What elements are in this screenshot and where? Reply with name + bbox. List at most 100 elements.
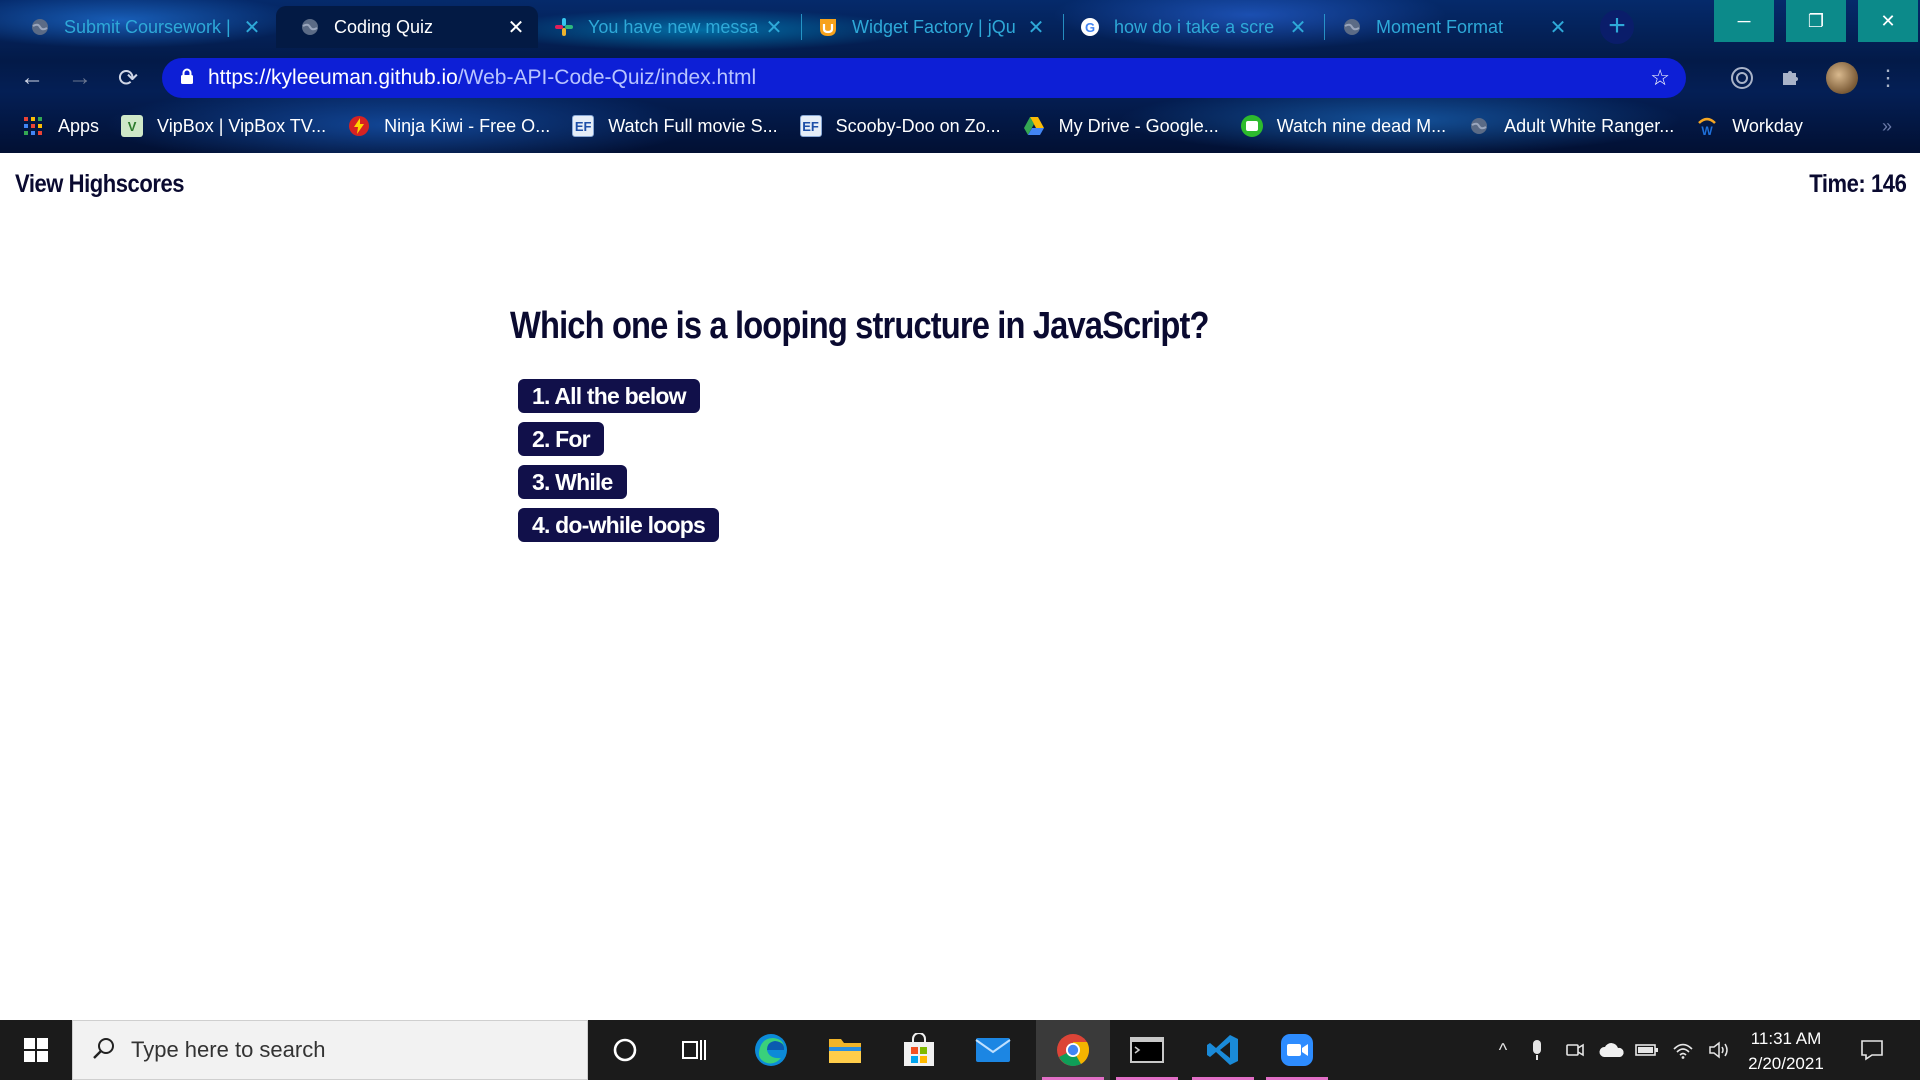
close-icon[interactable]: ✕ — [1288, 15, 1308, 40]
microsoft-store-button[interactable] — [882, 1020, 956, 1080]
folder-icon — [829, 1039, 861, 1063]
answer-list: 1. All the below 2. For 3. While 4. do-w… — [518, 379, 719, 551]
answer-button-3[interactable]: 3. While — [518, 465, 627, 499]
answer-button-4[interactable]: 4. do-while loops — [518, 508, 719, 542]
cortana-button[interactable] — [588, 1020, 662, 1080]
bookmark-watch-nine-dead[interactable]: Watch nine dead M... — [1240, 115, 1447, 137]
taskbar: Type here to search ^ 11:31 AM 2/20/2021 — [0, 1020, 1920, 1080]
minimize-button[interactable]: ─ — [1714, 0, 1774, 42]
restore-button[interactable]: ❐ — [1786, 0, 1846, 42]
zoom-button[interactable] — [1260, 1020, 1334, 1080]
browser-toolbar: ← → ⟳ https://kyleeuman.github.io/Web-AP… — [0, 50, 1920, 106]
new-tab-button[interactable]: + — [1600, 10, 1634, 44]
more-bookmarks-icon[interactable]: » — [1882, 116, 1892, 137]
bookmark-workday[interactable]: W Workday — [1696, 115, 1803, 137]
wifi-icon[interactable] — [1668, 1020, 1698, 1080]
onedrive-cloud-icon[interactable] — [1596, 1020, 1628, 1080]
close-window-button[interactable]: ✕ — [1858, 0, 1918, 42]
tab-title: Widget Factory | jQu — [852, 16, 1016, 37]
google-icon: G — [1080, 17, 1100, 37]
close-icon[interactable]: ✕ — [1026, 15, 1046, 40]
workday-icon: W — [1696, 115, 1718, 137]
bookmark-adult-white-ranger[interactable]: Adult White Ranger... — [1468, 115, 1674, 137]
system-clock[interactable]: 11:31 AM 2/20/2021 — [1740, 1026, 1832, 1076]
bookmark-my-drive[interactable]: My Drive - Google... — [1023, 115, 1219, 137]
chrome-icon — [1057, 1034, 1090, 1066]
answer-button-1[interactable]: 1. All the below — [518, 379, 700, 413]
start-button[interactable] — [0, 1020, 72, 1080]
slack-icon — [554, 17, 574, 37]
tab-moment-format[interactable]: Moment Format ✕ — [1318, 6, 1580, 48]
back-button[interactable]: ← — [18, 64, 46, 92]
tray-overflow-chevron-icon[interactable]: ^ — [1488, 1020, 1518, 1080]
svg-text:G: G — [1085, 20, 1095, 35]
store-bag-icon — [904, 1033, 934, 1066]
svg-text:W: W — [1702, 124, 1714, 137]
file-explorer-button[interactable] — [808, 1020, 882, 1080]
globe-icon — [1342, 17, 1362, 37]
bookmark-label: Apps — [58, 115, 100, 136]
tab-google-search[interactable]: G how do i take a scre ✕ — [1056, 6, 1320, 48]
tab-strip: Submit Coursework | ✕ Coding Quiz ✕ You … — [0, 0, 1920, 50]
bookmark-star-icon[interactable]: ☆ — [1650, 65, 1670, 91]
forward-button[interactable]: → — [66, 64, 94, 92]
bookmark-label: Watch nine dead M... — [1276, 115, 1447, 136]
meet-now-icon[interactable] — [1560, 1020, 1590, 1080]
edge-button[interactable] — [734, 1020, 808, 1080]
menu-kebab-icon[interactable]: ⋮ — [1874, 64, 1902, 92]
extension-icon[interactable] — [1728, 64, 1756, 92]
ninja-kiwi-icon — [348, 115, 370, 137]
profile-avatar[interactable] — [1826, 62, 1858, 94]
bookmark-scooby-doo[interactable]: EF Scooby-Doo on Zo... — [799, 115, 1001, 137]
answer-button-2[interactable]: 2. For — [518, 422, 604, 456]
apps-grid-icon — [22, 115, 44, 137]
bookmark-vipbox[interactable]: V VipBox | VipBox TV... — [121, 115, 326, 137]
taskbar-search-box[interactable]: Type here to search — [72, 1020, 588, 1080]
close-icon[interactable]: ✕ — [242, 15, 262, 40]
tab-title: You have new messa — [588, 16, 759, 37]
close-icon[interactable]: ✕ — [506, 15, 526, 40]
close-icon[interactable]: ✕ — [764, 15, 784, 40]
bookmark-watch-full-movie[interactable]: EF Watch Full movie S... — [572, 115, 778, 137]
vipbox-icon: V — [121, 115, 144, 137]
search-placeholder: Type here to search — [131, 1037, 326, 1062]
globe-icon — [1468, 115, 1490, 137]
tab-coding-quiz[interactable]: Coding Quiz ✕ — [276, 6, 538, 48]
close-icon[interactable]: ✕ — [1548, 15, 1568, 40]
address-bar[interactable]: https://kyleeuman.github.io/Web-API-Code… — [162, 58, 1686, 98]
bookmark-apps[interactable]: Apps — [22, 115, 99, 137]
green-site-icon — [1240, 115, 1263, 137]
task-view-button[interactable] — [658, 1020, 732, 1080]
timer: Time: 146 — [1808, 170, 1907, 198]
vscode-button[interactable] — [1186, 1020, 1260, 1080]
bookmark-label: Ninja Kiwi - Free O... — [384, 115, 551, 136]
search-icon — [91, 1035, 117, 1066]
bookmark-label: Watch Full movie S... — [608, 115, 778, 136]
notification-center-icon[interactable] — [1852, 1020, 1892, 1080]
puzzle-extensions-icon[interactable] — [1776, 64, 1804, 92]
view-highscores-link[interactable]: View Highscores — [15, 170, 185, 199]
clock-time: 11:31 AM — [1750, 1029, 1822, 1048]
mail-button[interactable] — [956, 1020, 1030, 1080]
movie-site-icon: EF — [799, 115, 822, 137]
microphone-icon[interactable] — [1522, 1020, 1552, 1080]
question-title: Which one is a looping structure in Java… — [510, 305, 1210, 347]
tab-slack[interactable]: You have new messa ✕ — [530, 6, 796, 48]
volume-icon[interactable] — [1704, 1020, 1734, 1080]
tab-title: Moment Format — [1376, 16, 1504, 37]
url-host: https://kyleeuman.github.io — [208, 66, 458, 89]
tab-widget-factory[interactable]: Widget Factory | jQu ✕ — [794, 6, 1058, 48]
lock-icon — [180, 68, 194, 88]
reload-button[interactable]: ⟳ — [114, 64, 142, 92]
bookmark-ninja-kiwi[interactable]: Ninja Kiwi - Free O... — [348, 115, 550, 137]
tab-title: Coding Quiz — [334, 16, 434, 37]
bookmark-label: Scooby-Doo on Zo... — [835, 115, 1001, 136]
globe-icon — [300, 17, 320, 37]
chrome-button[interactable] — [1036, 1020, 1110, 1080]
bookmark-label: VipBox | VipBox TV... — [157, 115, 327, 136]
jquery-ui-icon — [818, 17, 838, 37]
terminal-button[interactable] — [1110, 1020, 1184, 1080]
battery-icon[interactable] — [1632, 1020, 1662, 1080]
edge-icon — [755, 1034, 787, 1066]
tab-submit-coursework[interactable]: Submit Coursework | ✕ — [6, 6, 274, 48]
